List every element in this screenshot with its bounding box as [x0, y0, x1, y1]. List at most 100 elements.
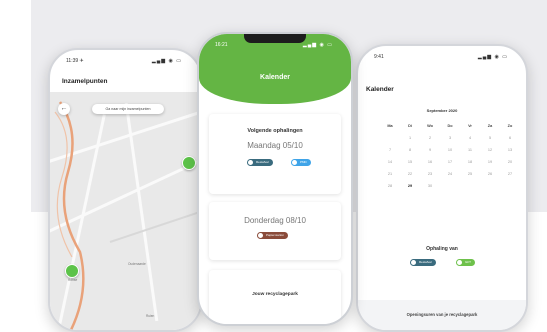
chip-label: PMD	[300, 160, 307, 164]
waste-chip[interactable]: GFT	[456, 259, 475, 266]
chip-label: Papier-karton	[266, 233, 285, 237]
status-time: 11:39 ✈	[66, 58, 84, 64]
weekday: Di	[408, 124, 412, 128]
status-bar: 16:21 ▂▄▆ ◉ ▭	[199, 42, 351, 52]
chip-label: Restafval	[419, 260, 432, 264]
calendar-day[interactable]: 5	[480, 132, 500, 144]
calendar-day[interactable]: 23	[420, 168, 440, 180]
status-bar: 9:41 ▂▄▆ ◉ ▭	[358, 54, 526, 64]
upcoming-card[interactable]: Volgende ophalingen Maandag 05/10 Restaf…	[209, 114, 341, 194]
calendar-day[interactable]: 6	[500, 132, 520, 144]
waste-icon	[258, 233, 263, 238]
calendar-week: 14 15 16 17 18 19 20	[380, 156, 520, 168]
calendar-day[interactable]: 19	[480, 156, 500, 168]
calendar-day[interactable]: 24	[440, 168, 460, 180]
calendar-weekday-row: Ma Di Wo Do Vr Za Zo	[380, 120, 520, 132]
phone-map-screen: 11:39 ✈ ▂▄▆ ◉ ▭ Inzamelpunten ← Ga naar …	[48, 48, 202, 332]
screen-title: Inzamelpunten	[62, 78, 108, 85]
calendar-day[interactable]: 29	[400, 180, 420, 192]
weekday: Do	[447, 124, 453, 128]
calendar-day[interactable]: 8	[400, 144, 420, 156]
river-route	[54, 101, 200, 330]
card-date: Maandag 05/10	[247, 141, 303, 150]
calendar-day[interactable]: 17	[440, 156, 460, 168]
calendar-day[interactable]: 13	[500, 144, 520, 156]
chip-label: Restafval	[256, 160, 269, 164]
waste-icon	[292, 160, 297, 165]
waste-chip[interactable]: Papier-karton	[257, 232, 289, 239]
calendar-day[interactable]: 26	[480, 168, 500, 180]
calendar-day[interactable]	[380, 132, 400, 144]
waste-icon	[457, 260, 462, 265]
calendar-grid: Ma Di Wo Do Vr Za Zo 1 2 3 4 5 6 7 8 9 1…	[380, 120, 520, 192]
calendar-day[interactable]: 3	[440, 132, 460, 144]
next-card[interactable]: Donderdag 08/10 Papier-karton	[209, 202, 341, 260]
signal-icon: ▂▄▆ ◉ ▭	[477, 54, 508, 60]
calendar-day[interactable]	[460, 180, 480, 192]
recyclepark-card[interactable]: Jouw recyclagepark	[209, 270, 341, 324]
collection-subtitle: Ophaling van	[426, 246, 458, 252]
waste-chip[interactable]: PMD	[291, 159, 311, 166]
location-pin-icon[interactable]	[65, 264, 79, 278]
weekday: Ma	[387, 124, 393, 128]
phone-notch	[244, 34, 306, 43]
calendar-day[interactable]: 11	[460, 144, 480, 156]
back-icon[interactable]: ←	[58, 103, 70, 115]
waste-icon	[248, 160, 253, 165]
status-time: 9:41	[374, 54, 384, 60]
calendar-day[interactable]: 30	[420, 180, 440, 192]
search-pill[interactable]: Ga naar mijn inzamelpunten	[92, 104, 164, 114]
calendar-day[interactable]: 15	[400, 156, 420, 168]
calendar-day[interactable]: 7	[380, 144, 400, 156]
calendar-day[interactable]: 25	[460, 168, 480, 180]
map-label: Ronse	[68, 278, 78, 282]
opening-hours-text[interactable]: Openingsuren van je recyclagepark	[358, 312, 526, 317]
status-time: 16:21	[215, 42, 228, 48]
weekday: Zo	[507, 124, 513, 128]
waste-icon	[411, 260, 416, 265]
calendar-week: 21 22 23 24 25 26 27	[380, 168, 520, 180]
calendar-week: 28 29 30	[380, 180, 520, 192]
calendar-day[interactable]: 28	[380, 180, 400, 192]
calendar-day[interactable]: 12	[480, 144, 500, 156]
card-title: Volgende ophalingen	[247, 128, 303, 134]
waste-chip[interactable]: Restafval	[410, 259, 436, 266]
calendar-day[interactable]: 1	[400, 132, 420, 144]
card-date: Donderdag 08/10	[244, 216, 306, 225]
phone-calendar-screen: 9:41 ▂▄▆ ◉ ▭ Kalender September 2020 Ma …	[356, 44, 528, 332]
weekday: Za	[487, 124, 493, 128]
calendar-day[interactable]	[480, 180, 500, 192]
calendar-day[interactable]: 2	[420, 132, 440, 144]
footer-band: Openingsuren van je recyclagepark	[358, 300, 526, 330]
phone-home-screen: 16:21 ▂▄▆ ◉ ▭ Kalender Volgende ophaling…	[197, 32, 353, 326]
calendar-week: 7 8 9 10 11 12 13	[380, 144, 520, 156]
map-label: Oudenaarde	[128, 262, 146, 266]
map-view[interactable]: ← Ga naar mijn inzamelpunten Ronse Ouden…	[50, 92, 200, 330]
calendar-day[interactable]: 4	[460, 132, 480, 144]
calendar-day[interactable]: 9	[420, 144, 440, 156]
location-pin-icon[interactable]	[182, 156, 196, 170]
calendar-day[interactable]: 16	[420, 156, 440, 168]
header-title: Kalender	[260, 74, 290, 81]
screen-title: Kalender	[366, 86, 394, 93]
waste-chip[interactable]: Restafval	[247, 159, 273, 166]
calendar-day[interactable]: 10	[440, 144, 460, 156]
calendar-day[interactable]: 27	[500, 168, 520, 180]
month-label: September 2020	[426, 108, 458, 113]
calendar-day[interactable]: 21	[380, 168, 400, 180]
chip-label: GFT	[465, 260, 471, 264]
signal-icon: ▂▄▆ ◉ ▭	[302, 42, 333, 48]
signal-icon: ▂▄▆ ◉ ▭	[151, 58, 182, 64]
calendar-day[interactable]: 20	[500, 156, 520, 168]
status-bar: 11:39 ✈ ▂▄▆ ◉ ▭	[50, 58, 200, 68]
card-title: Jouw recyclagepark	[252, 292, 298, 297]
calendar-day[interactable]: 18	[460, 156, 480, 168]
calendar-day[interactable]	[500, 180, 520, 192]
collection-chips: Restafval GFT	[358, 259, 526, 268]
calendar-day[interactable]	[440, 180, 460, 192]
map-label: Ruien	[146, 314, 155, 318]
weekday: Wo	[427, 124, 433, 128]
calendar-day[interactable]: 22	[400, 168, 420, 180]
weekday: Vr	[468, 124, 472, 128]
calendar-day[interactable]: 14	[380, 156, 400, 168]
